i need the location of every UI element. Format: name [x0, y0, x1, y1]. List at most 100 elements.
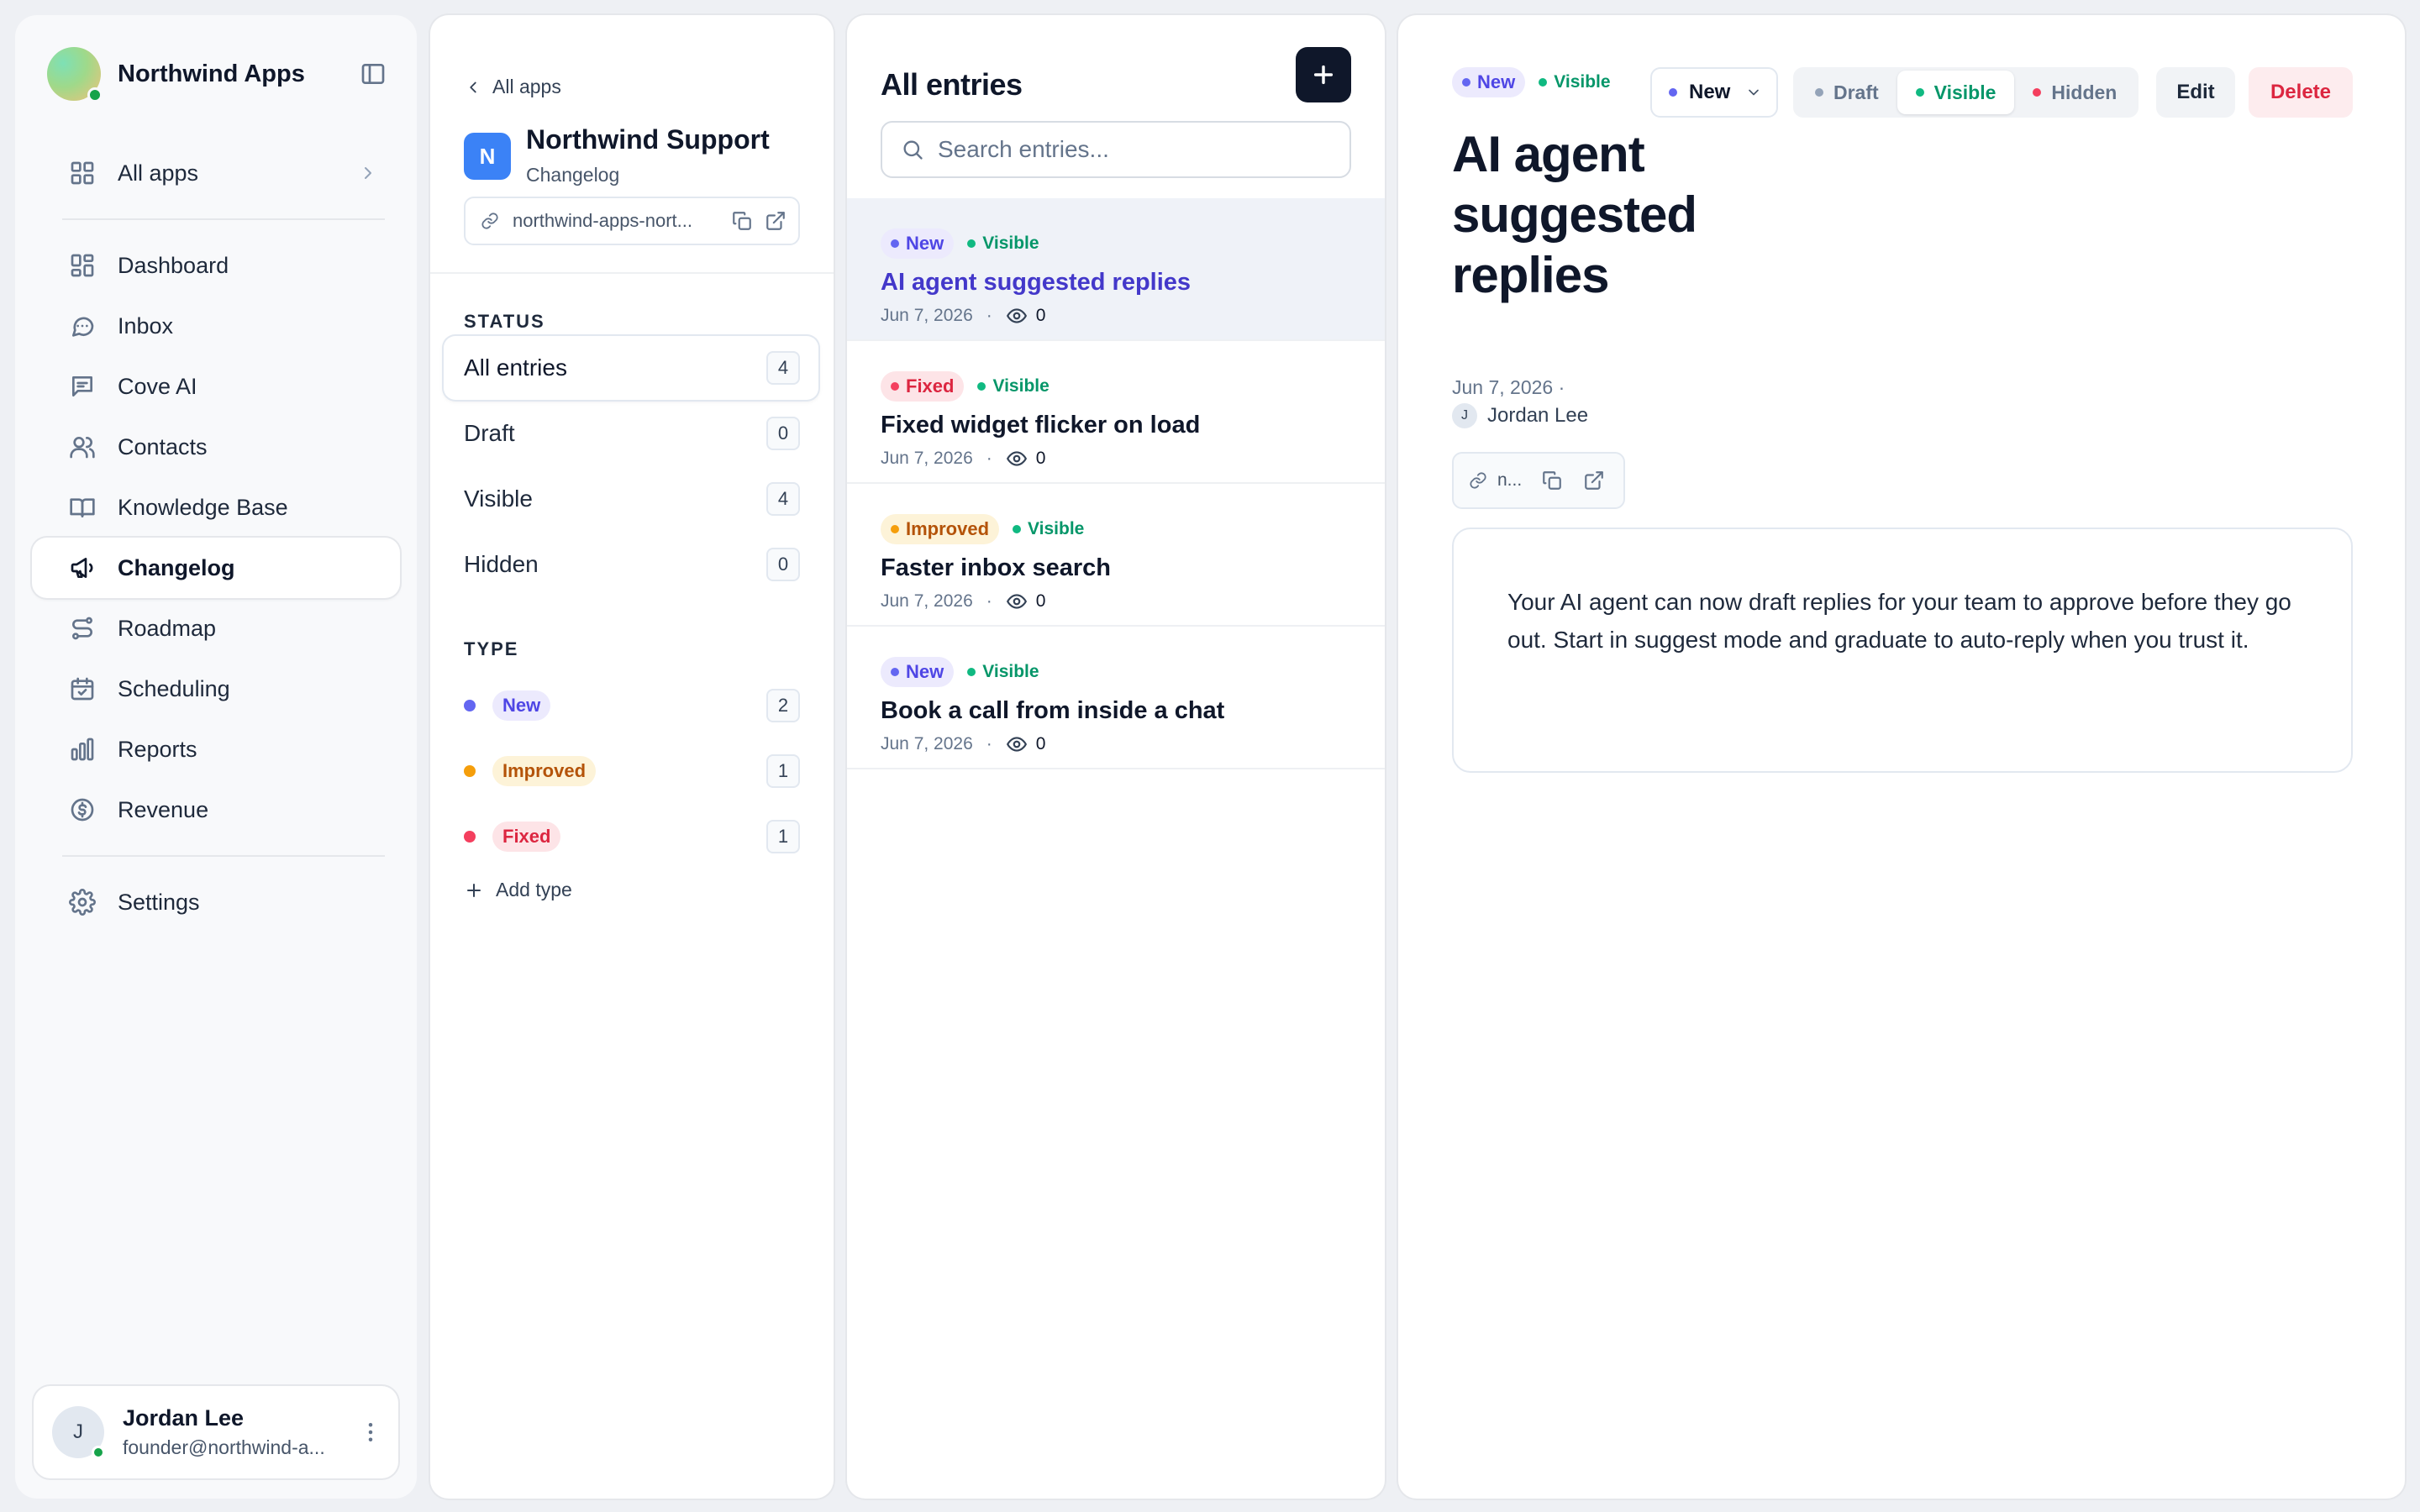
sidebar-item-inbox[interactable]: Inbox — [32, 296, 400, 356]
more-vertical-icon[interactable] — [358, 1420, 383, 1445]
sidebar-item-label: Reports — [118, 736, 197, 762]
list-item[interactable]: Improved Visible Faster inbox search Jun… — [847, 484, 1385, 627]
status-label: Visible — [982, 662, 1039, 681]
entry-list: New Visible AI agent suggested replies J… — [847, 198, 1385, 769]
eye-icon — [1006, 451, 1027, 466]
avatar: J — [52, 1406, 105, 1459]
status-filter-list: All entries 4 Draft 0 Visible 4 Hidden 0 — [444, 336, 818, 598]
search-input[interactable] — [938, 136, 1341, 163]
online-indicator — [87, 87, 103, 102]
status-badge: Visible — [1539, 72, 1611, 92]
sidebar-item-label: Settings — [118, 889, 200, 915]
view-count: 0 — [1035, 306, 1046, 325]
entries-panel: All entries New Visible AI agent suggest… — [847, 15, 1385, 1499]
status-option-hidden[interactable]: Hidden — [2014, 71, 2135, 114]
sidebar-item-reports[interactable]: Reports — [32, 719, 400, 780]
status-option-draft[interactable]: Draft — [1797, 71, 1897, 114]
eye-icon — [1006, 594, 1027, 609]
sidebar-item-revenue[interactable]: Revenue — [32, 780, 400, 840]
search-icon — [903, 140, 923, 160]
add-type-label: Add type — [496, 879, 572, 900]
status-segmented-control: Draft Visible Hidden — [1793, 67, 2139, 118]
sidebar-item-cove-ai[interactable]: Cove AI — [32, 356, 400, 417]
link-icon — [481, 213, 498, 229]
status-filter-hidden[interactable]: Hidden 0 — [444, 533, 818, 596]
status-option-label: Hidden — [2051, 81, 2118, 103]
type-color-dot — [464, 765, 476, 777]
type-filter-improved[interactable]: Improved 1 — [444, 739, 818, 803]
status-filter-visible[interactable]: Visible 4 — [444, 467, 818, 531]
entry-date: Jun 7, 2026 — [881, 449, 973, 468]
list-item[interactable]: New Visible Book a call from inside a ch… — [847, 627, 1385, 769]
entry-body: Your AI agent can now draft replies for … — [1507, 589, 2291, 653]
app-section: Changelog — [526, 164, 620, 186]
type-select[interactable]: New — [1650, 67, 1778, 118]
link-icon — [1470, 472, 1486, 489]
sidebar-item-scheduling[interactable]: Scheduling — [32, 659, 400, 719]
delete-button[interactable]: Delete — [2249, 67, 2353, 118]
book-icon — [70, 498, 95, 517]
nav-divider — [62, 218, 385, 220]
type-pill-label: New — [1477, 71, 1516, 92]
status-filter-draft[interactable]: Draft 0 — [444, 402, 818, 465]
status-label: Visible — [992, 376, 1050, 396]
sidebar-toggle-icon[interactable] — [360, 60, 387, 87]
app-name: Northwind Support — [526, 124, 770, 155]
external-link-icon[interactable] — [765, 210, 786, 232]
sidebar-item-label: Roadmap — [118, 615, 217, 641]
filter-count: 0 — [766, 548, 800, 581]
public-url-box: northwind-apps-nort... — [464, 197, 800, 245]
status-heading: STATUS — [464, 311, 545, 332]
list-item[interactable]: New Visible AI agent suggested replies J… — [847, 198, 1385, 341]
type-pill: Fixed — [881, 371, 965, 402]
user-card[interactable]: J Jordan Lee founder@northwind-a... — [34, 1386, 398, 1478]
list-item[interactable]: Fixed Visible Fixed widget flicker on lo… — [847, 341, 1385, 484]
copy-icon[interactable] — [731, 210, 753, 232]
sidebar-item-changelog[interactable]: Changelog — [32, 538, 400, 598]
entry-date: Jun 7, 2026 — [881, 734, 973, 753]
app-panel: All apps N Northwind Support Changelog n… — [430, 15, 834, 1499]
add-entry-button[interactable] — [1296, 47, 1351, 102]
entry-url[interactable]: n... — [1497, 470, 1523, 491]
nav-divider — [62, 855, 385, 857]
chevron-down-icon — [1749, 89, 1760, 96]
sidebar-item-knowledge-base[interactable]: Knowledge Base — [32, 477, 400, 538]
sidebar-item-all-apps[interactable]: All apps — [32, 143, 400, 203]
sidebar-item-label: Inbox — [118, 312, 174, 339]
status-label: Visible — [982, 234, 1039, 253]
sidebar-item-contacts[interactable]: Contacts — [32, 417, 400, 477]
type-pill: New — [1452, 67, 1526, 97]
user-name: Jordan Lee — [123, 1405, 245, 1431]
sidebar-item-label: Changelog — [118, 554, 235, 580]
entry-author: J Jordan Lee — [1452, 403, 1588, 428]
entry-date: Jun 7, 2026 · — [1452, 376, 1565, 398]
public-url[interactable]: northwind-apps-nort... — [513, 210, 719, 232]
type-filter-fixed[interactable]: Fixed 1 — [444, 805, 818, 869]
filter-label: Visible — [464, 486, 533, 512]
status-option-visible[interactable]: Visible — [1897, 71, 2015, 114]
avatar-initial: J — [73, 1420, 83, 1443]
back-to-all-apps-link[interactable]: All apps — [464, 76, 561, 98]
sidebar-item-dashboard[interactable]: Dashboard — [32, 235, 400, 296]
type-pill-label: New — [906, 661, 944, 682]
filter-label: All entries — [464, 354, 567, 381]
type-filter-new[interactable]: New 2 — [444, 674, 818, 738]
external-link-icon[interactable] — [1583, 470, 1605, 491]
sidebar-item-label: All apps — [118, 160, 199, 186]
view-count: 0 — [1035, 449, 1046, 468]
sidebar-item-settings[interactable]: Settings — [32, 872, 400, 932]
entry-title: AI agent suggested replies — [881, 269, 1192, 296]
status-filter-all-entries[interactable]: All entries 4 — [444, 336, 818, 400]
sidebar-item-roadmap[interactable]: Roadmap — [32, 598, 400, 659]
copy-icon[interactable] — [1541, 470, 1563, 491]
sidebar: Northwind Apps All apps Dashboard Inbox … — [15, 15, 417, 1499]
entry-title: AI agent suggested replies — [1452, 126, 1697, 303]
entry-title: Fixed widget flicker on load — [881, 412, 1201, 438]
status-option-label: Visible — [1933, 81, 1996, 103]
status-label: Visible — [1028, 519, 1085, 538]
edit-button[interactable]: Edit — [2156, 67, 2235, 118]
entry-title: Faster inbox search — [881, 554, 1111, 581]
status-badge: Visible — [967, 234, 1039, 254]
add-type-button[interactable]: Add type — [464, 879, 572, 901]
status-badge: Visible — [1013, 519, 1084, 539]
